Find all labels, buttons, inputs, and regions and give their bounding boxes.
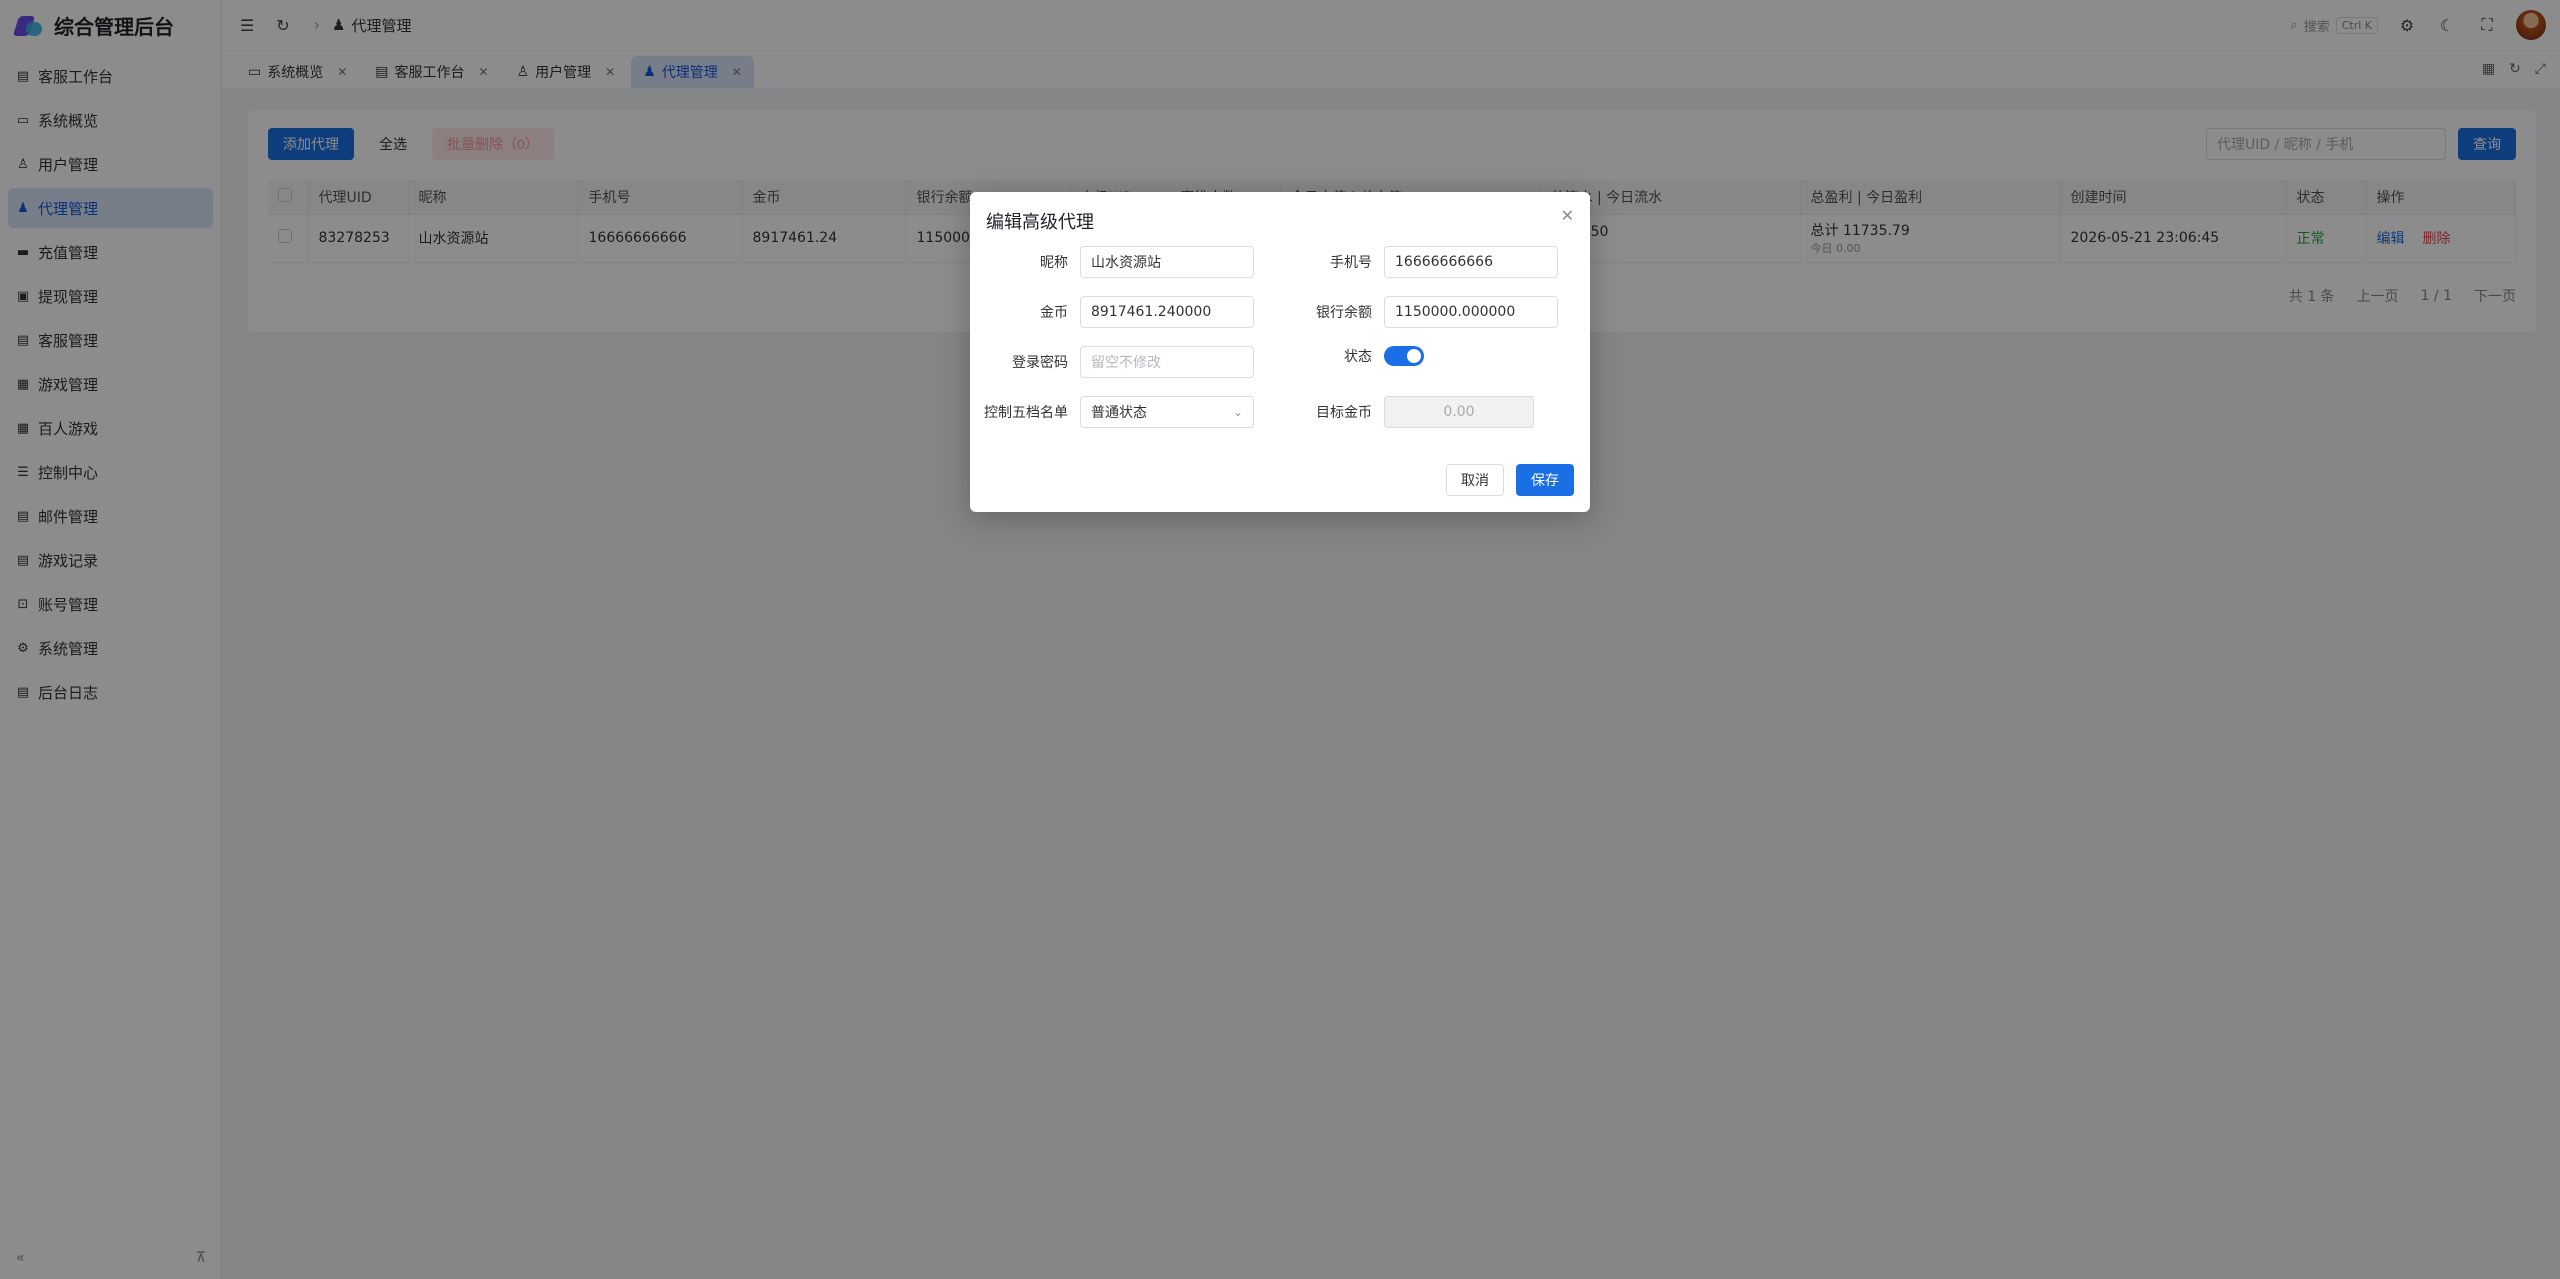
nickname-label: 昵称 [1040, 255, 1068, 271]
target-coins-field: 0.00 [1384, 396, 1534, 428]
control-row: 控制五档名单 普通状态 ⌄ [970, 396, 1254, 428]
target-row: 目标金币 0.00 [1274, 396, 1534, 428]
save-button[interactable]: 保存 [1516, 464, 1574, 496]
chevron-down-icon: ⌄ [1232, 405, 1243, 419]
status-toggle[interactable] [1384, 346, 1424, 366]
control-label: 控制五档名单 [984, 405, 1068, 421]
phone-label: 手机号 [1330, 255, 1372, 271]
toggle-knob [1407, 349, 1421, 363]
phone-row: 手机号 16666666666 [1274, 246, 1558, 278]
password-row: 登录密码 留空不修改 [970, 346, 1254, 378]
control-select-value: 普通状态 [1091, 405, 1147, 421]
edit-agent-dialog: 编辑高级代理 ✕ 昵称 山水资源站 手机号 16666666666 金币 891… [970, 192, 1590, 512]
control-select[interactable]: 普通状态 ⌄ [1080, 396, 1254, 428]
nickname-field[interactable]: 山水资源站 [1080, 246, 1254, 278]
close-icon[interactable]: ✕ [1561, 206, 1574, 225]
dialog-actions: 取消 保存 [1446, 464, 1574, 496]
status-label: 状态 [1344, 349, 1372, 365]
cancel-button[interactable]: 取消 [1446, 464, 1504, 496]
bank-label: 银行余额 [1316, 305, 1372, 321]
nickname-row: 昵称 山水资源站 [970, 246, 1254, 278]
bank-balance-field[interactable]: 1150000.000000 [1384, 296, 1558, 328]
status-row: 状态 [1274, 346, 1424, 366]
password-label: 登录密码 [1012, 355, 1068, 371]
phone-field[interactable]: 16666666666 [1384, 246, 1558, 278]
coins-row: 金币 8917461.240000 [970, 296, 1254, 328]
bank-row: 银行余额 1150000.000000 [1274, 296, 1558, 328]
coins-field[interactable]: 8917461.240000 [1080, 296, 1254, 328]
coins-label: 金币 [1040, 305, 1068, 321]
dialog-title: 编辑高级代理 [986, 212, 1094, 233]
target-label: 目标金币 [1316, 405, 1372, 421]
password-field[interactable]: 留空不修改 [1080, 346, 1254, 378]
